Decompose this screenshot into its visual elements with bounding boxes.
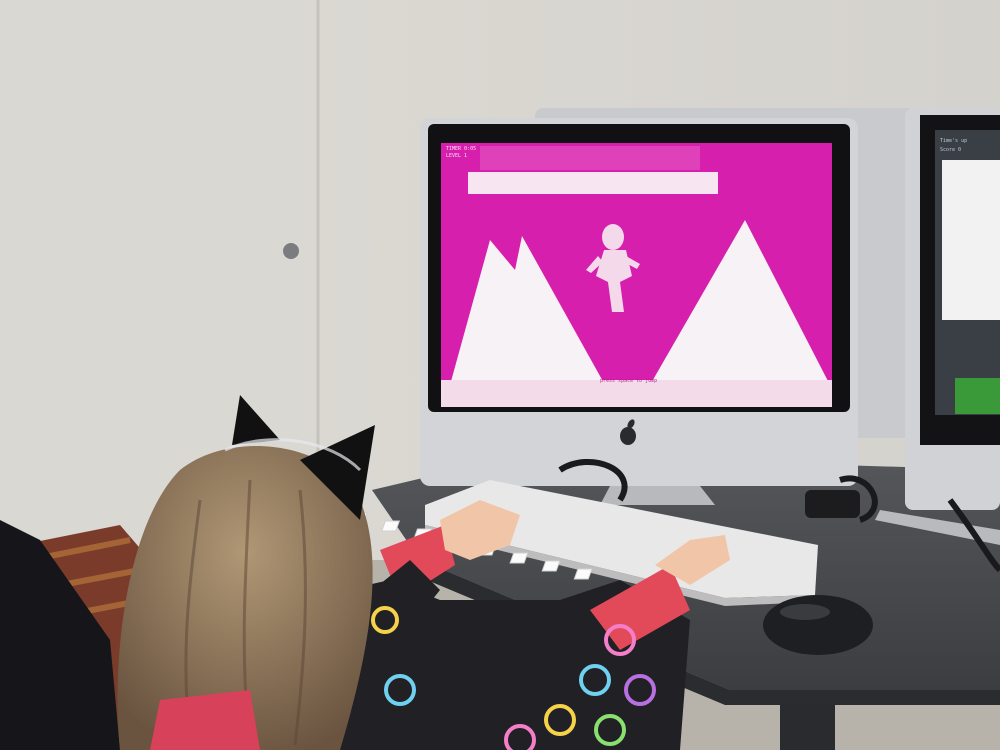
mouse[interactable] bbox=[763, 595, 873, 655]
game-ground bbox=[441, 380, 832, 407]
game-hud-line-2: LEVEL 1 bbox=[446, 153, 468, 159]
game-top-pillars bbox=[480, 146, 700, 170]
photo-scene bbox=[0, 0, 1000, 750]
side-screen-line-1: Time's up bbox=[940, 138, 968, 144]
black-box-device bbox=[805, 490, 860, 518]
game-platform bbox=[468, 172, 718, 194]
imac-stand bbox=[600, 486, 715, 505]
desk-leg bbox=[780, 705, 835, 750]
game-hud-line-1: TIMER 0:05 bbox=[446, 146, 477, 152]
game-footer-text: press space to jump bbox=[600, 378, 658, 384]
door-knob-icon bbox=[283, 243, 299, 259]
mouse-highlight bbox=[780, 604, 830, 620]
side-screen-line-2: Score 0 bbox=[940, 147, 962, 153]
side-screen-white-panel bbox=[942, 160, 1000, 320]
side-screen-green-bar bbox=[955, 378, 1000, 414]
